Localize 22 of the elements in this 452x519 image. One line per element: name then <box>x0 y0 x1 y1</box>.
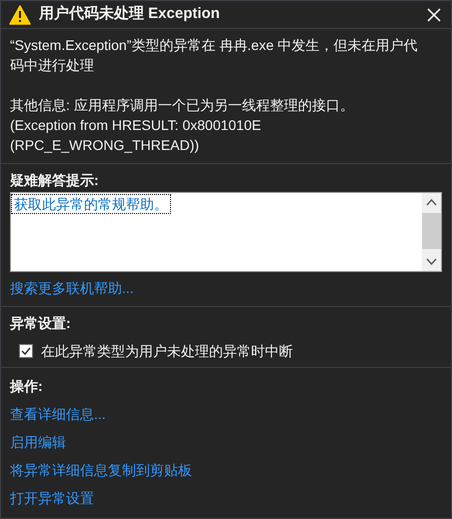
warning-icon <box>9 4 31 24</box>
window-title: 用户代码未处理 Exception <box>39 4 221 24</box>
action-link[interactable]: 查看详细信息... <box>10 404 106 424</box>
close-button[interactable] <box>425 6 443 24</box>
section-heading: 疑难解答提示: <box>10 171 100 190</box>
checkbox[interactable] <box>19 344 33 358</box>
section-heading: 异常设置: <box>10 314 72 333</box>
section-heading: 操作: <box>10 377 44 396</box>
additional-info-line: (Exception from HRESULT: 0x8001010E <box>10 116 262 135</box>
check-icon <box>21 347 31 355</box>
additional-info-line: (RPC_E_WRONG_THREAD)) <box>10 136 200 155</box>
scroll-thumb[interactable] <box>422 213 441 249</box>
action-link[interactable]: 启用编辑 <box>10 432 66 452</box>
help-list-item[interactable]: 获取此异常的常规帮助。 <box>12 195 170 213</box>
action-link[interactable]: 将异常详细信息复制到剪贴板 <box>10 460 192 480</box>
checkbox-label: 在此异常类型为用户未处理的异常时中断 <box>41 342 293 361</box>
action-link[interactable]: 打开异常设置 <box>10 488 94 508</box>
online-help-link[interactable]: 搜索更多联机帮助... <box>10 278 442 298</box>
scrollbar[interactable] <box>422 193 441 271</box>
exception-message: “System.Exception”类型的异常在 冉冉.exe 中发生，但未在用户代码中进行处理 <box>10 36 419 75</box>
additional-info-line: 其他信息: 应用程序调用一个已为另一线程整理的接口。 <box>10 96 355 115</box>
close-icon <box>427 8 441 22</box>
